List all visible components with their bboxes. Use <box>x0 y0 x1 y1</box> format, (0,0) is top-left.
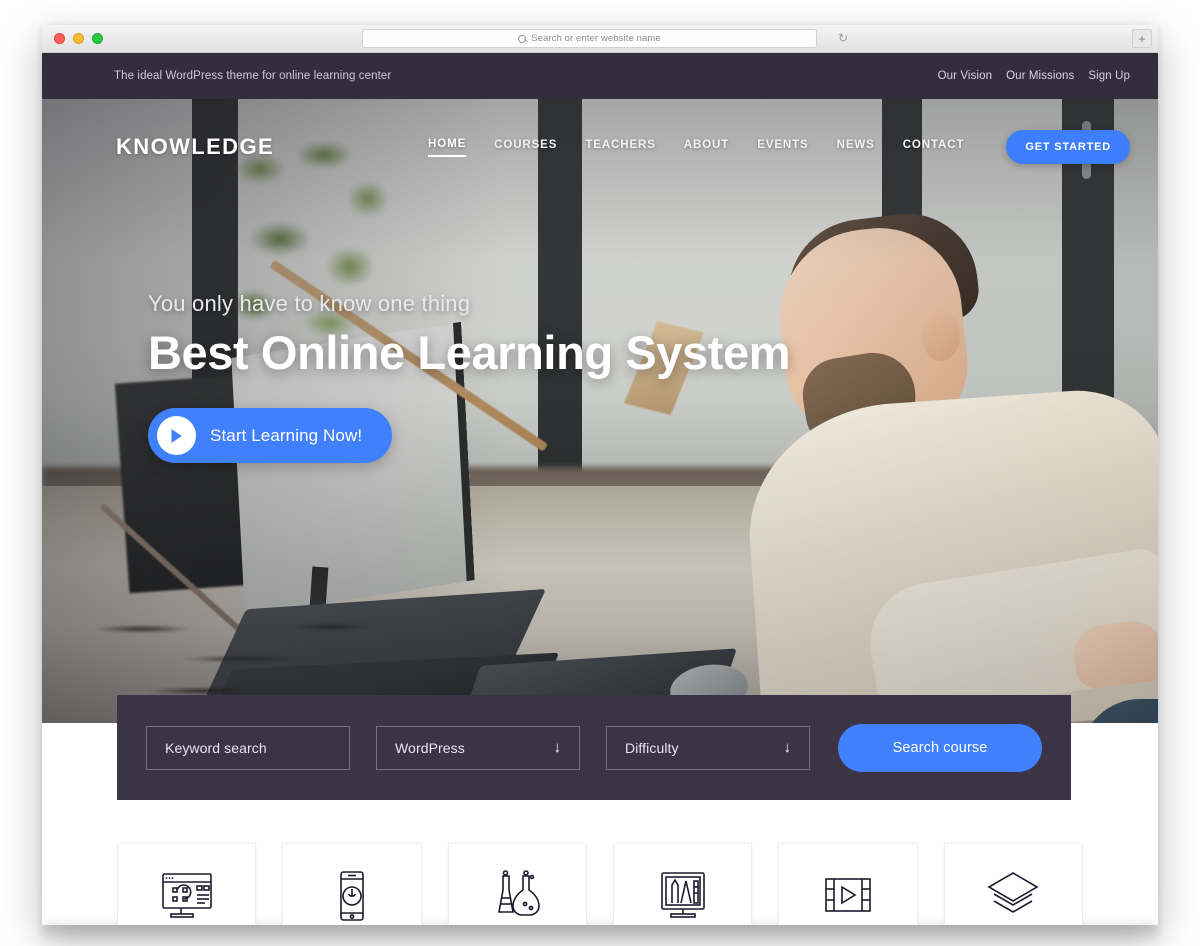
category-select[interactable]: WordPress ↓ <box>376 725 580 770</box>
search-course-button[interactable]: Search course <box>838 723 1042 772</box>
hero-subtitle: You only have to know one thing <box>148 291 471 316</box>
hero-copy: You only have to know one thing Best Onl… <box>148 291 791 463</box>
course-search-panel: Keyword search WordPress ↓ Difficulty ↓ … <box>117 695 1071 800</box>
category-card-layers[interactable] <box>943 843 1083 925</box>
start-learning-label: Start Learning Now! <box>210 425 363 445</box>
utility-topbar: The ideal WordPress theme for online lea… <box>42 53 1158 99</box>
category-card-mobile[interactable] <box>282 843 422 925</box>
category-card-science[interactable] <box>447 843 587 925</box>
difficulty-select[interactable]: Difficulty ↓ <box>606 725 810 770</box>
topbar-links: Our Vision Our Missions Sign Up <box>938 70 1130 82</box>
chevron-down-icon: ↓ <box>553 739 562 756</box>
close-window-button[interactable] <box>54 33 65 44</box>
category-select-value: WordPress <box>395 739 465 756</box>
site-logo[interactable]: KNOWLEDGE <box>116 134 274 160</box>
category-card-art[interactable] <box>612 843 753 925</box>
browser-chrome-bar: Search or enter website name ↻ + <box>42 25 1158 53</box>
hero-section: KNOWLEDGE HOME COURSES TEACHERS ABOUT EV… <box>42 99 1158 723</box>
category-cards <box>42 843 1158 925</box>
layers-stack-icon <box>985 870 1041 922</box>
nav-item-home[interactable]: HOME <box>428 138 467 157</box>
nav-item-contact[interactable]: CONTACT <box>903 139 965 156</box>
nav-item-events[interactable]: EVENTS <box>757 139 808 156</box>
nav-item-teachers[interactable]: TEACHERS <box>585 139 655 156</box>
maximize-window-button[interactable] <box>92 33 103 44</box>
address-bar-placeholder: Search or enter website name <box>531 33 661 44</box>
play-icon <box>157 416 196 455</box>
category-card-design[interactable] <box>117 843 257 925</box>
chevron-down-icon: ↓ <box>783 739 792 756</box>
nav-item-about[interactable]: ABOUT <box>684 139 729 156</box>
minimize-window-button[interactable] <box>73 33 84 44</box>
main-navigation: HOME COURSES TEACHERS ABOUT EVENTS NEWS … <box>428 130 1130 164</box>
category-card-video[interactable] <box>778 843 918 925</box>
nav-item-news[interactable]: NEWS <box>837 139 875 156</box>
topbar-link-our-vision[interactable]: Our Vision <box>938 70 992 82</box>
keyword-search-placeholder: Keyword search <box>165 739 267 756</box>
keyword-search-input[interactable]: Keyword search <box>146 725 350 770</box>
traffic-lights <box>54 33 103 44</box>
start-learning-button[interactable]: Start Learning Now! <box>148 408 393 463</box>
topbar-link-sign-up[interactable]: Sign Up <box>1088 70 1130 82</box>
get-started-button[interactable]: GET STARTED <box>1006 130 1130 164</box>
nav-item-courses[interactable]: COURSES <box>494 139 557 156</box>
page-viewport: The ideal WordPress theme for online lea… <box>42 53 1158 925</box>
address-bar[interactable]: Search or enter website name <box>362 29 817 48</box>
browser-window: Search or enter website name ↻ + The ide… <box>42 25 1158 925</box>
hero-title: Best Online Learning System <box>148 326 791 379</box>
science-lab-icon <box>489 870 545 922</box>
new-tab-button[interactable]: + <box>1132 29 1152 48</box>
video-film-icon <box>820 870 876 922</box>
search-icon <box>518 34 527 43</box>
art-easel-icon <box>655 870 711 922</box>
difficulty-select-value: Difficulty <box>625 739 679 756</box>
topbar-link-our-missions[interactable]: Our Missions <box>1006 70 1074 82</box>
topbar-tagline: The ideal WordPress theme for online lea… <box>114 70 392 82</box>
mobile-app-icon <box>324 870 380 922</box>
site-header: KNOWLEDGE HOME COURSES TEACHERS ABOUT EV… <box>42 99 1158 195</box>
window-drop-shadow <box>42 925 1158 946</box>
reload-icon[interactable]: ↻ <box>838 32 848 44</box>
design-monitor-icon <box>159 870 215 922</box>
